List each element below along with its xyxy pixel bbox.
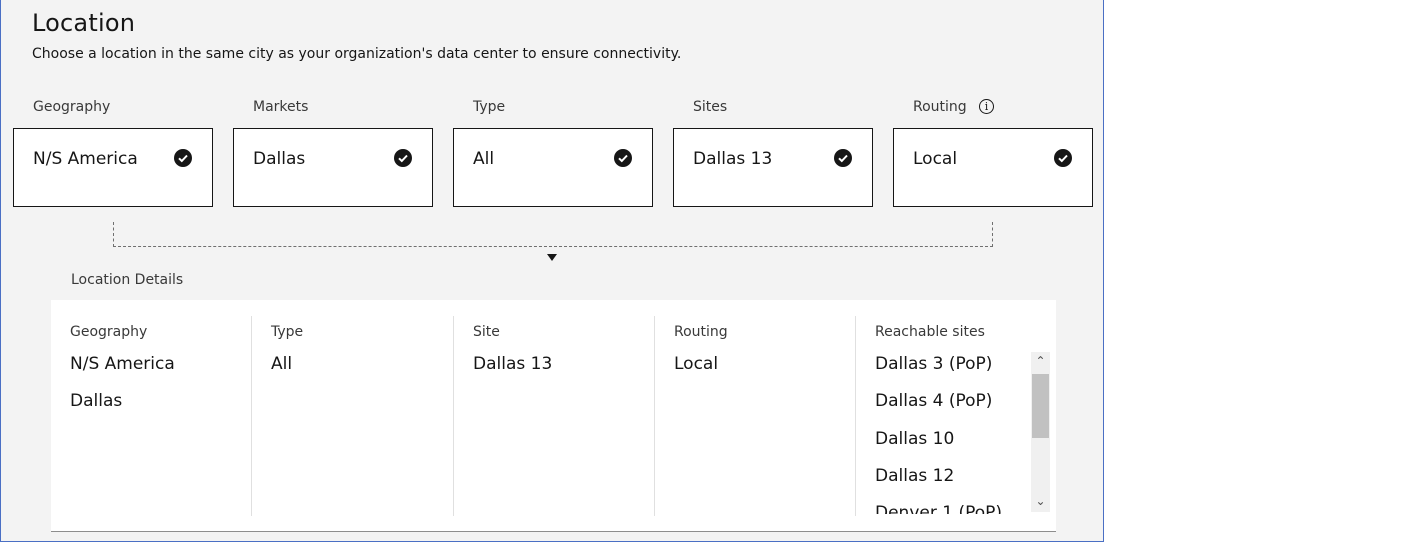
checkmark-icon [834,149,852,167]
connector-line [113,222,993,247]
details-routing-column: Routing Local [654,316,855,516]
info-icon[interactable]: i [979,99,994,114]
geography-value: N/S America [70,354,175,374]
routing-tile[interactable]: Local [893,128,1093,207]
markets-tile-value: Dallas [253,149,306,169]
reachable-sites-list[interactable]: Dallas 3 (PoP) Dallas 4 (PoP) Dallas 10 … [875,352,1025,514]
geography-tile[interactable]: N/S America [13,128,213,207]
scroll-down-icon[interactable]: ⌄ [1031,492,1050,511]
list-item: Dallas 10 [875,429,955,449]
markets-label: Markets [253,99,309,115]
details-type-column: Type All [251,316,452,516]
checkmark-icon [1054,149,1072,167]
list-item: Denver 1 (PoP) [875,503,1003,514]
details-geography-column: Geography N/S America Dallas [51,316,251,516]
details-site-column: Site Dallas 13 [453,316,654,516]
checkmark-icon [614,149,632,167]
routing-value: Local [674,354,719,374]
location-panel: Location Choose a location in the same c… [0,0,1104,542]
type-tile[interactable]: All [453,128,653,207]
details-reachable-column: Reachable sites Dallas 3 (PoP) Dallas 4 … [855,316,1056,516]
caret-down-icon [547,254,557,261]
routing-label: Routing [913,99,967,115]
type-label: Type [473,99,506,115]
sites-label: Sites [693,99,728,115]
routing-tile-value: Local [913,149,958,169]
scrollbar-thumb[interactable] [1032,374,1049,438]
geography-label: Geography [33,99,111,115]
sites-tile[interactable]: Dallas 13 [673,128,873,207]
scroll-up-icon[interactable]: ⌃ [1031,352,1050,371]
list-item: Dallas 12 [875,466,955,486]
reachable-sites-scrollbar[interactable]: ⌃ ⌄ [1031,352,1050,512]
markets-tile[interactable]: Dallas [233,128,433,207]
market-value: Dallas [70,391,123,411]
type-value: All [271,354,293,374]
list-item: Dallas 4 (PoP) [875,391,993,411]
page-title: Location [32,9,136,37]
column-header: Site [473,324,500,340]
column-header: Reachable sites [875,324,985,340]
column-header: Routing [674,324,728,340]
location-details-card: Geography N/S America Dallas Type All Si… [51,300,1056,532]
type-tile-value: All [473,149,495,169]
checkmark-icon [394,149,412,167]
column-header: Geography [70,324,148,340]
location-details-label: Location Details [71,272,184,288]
sites-tile-value: Dallas 13 [693,149,773,169]
column-header: Type [271,324,304,340]
checkmark-icon [174,149,192,167]
list-item: Dallas 3 (PoP) [875,354,993,374]
page-subtitle: Choose a location in the same city as yo… [32,46,682,62]
site-value: Dallas 13 [473,354,553,374]
geography-tile-value: N/S America [33,149,138,169]
